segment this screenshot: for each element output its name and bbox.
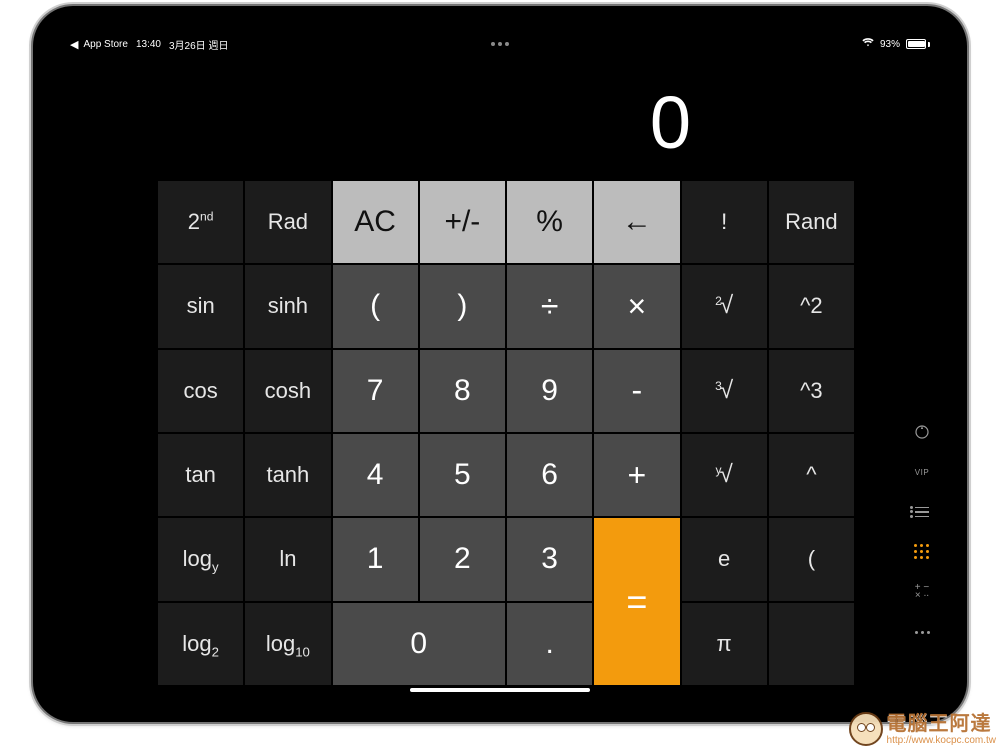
key-sinh[interactable]: sinh <box>245 265 330 347</box>
scientific-mode-icon[interactable] <box>911 541 933 563</box>
key-minus[interactable]: - <box>594 350 679 432</box>
keypad: 2nd Rad AC +/- % ← ! Rand sin sinh ( ) ÷… <box>158 181 854 685</box>
key-rparen[interactable]: ) <box>420 265 505 347</box>
battery-icon <box>906 39 930 49</box>
multitask-dots-icon[interactable] <box>491 42 509 46</box>
key-0[interactable]: 0 <box>333 603 506 685</box>
key-multiply[interactable]: × <box>594 265 679 347</box>
key-e[interactable]: e <box>682 518 767 600</box>
key-7[interactable]: 7 <box>333 350 418 432</box>
key-log2[interactable]: log2 <box>158 603 243 685</box>
key-tanh[interactable]: tanh <box>245 434 330 516</box>
key-pow3[interactable]: ^3 <box>769 350 854 432</box>
display-value: 0 <box>158 86 692 171</box>
theme-icon[interactable] <box>911 421 933 443</box>
key-backspace[interactable]: ← <box>594 181 679 263</box>
key-cos[interactable]: cos <box>158 350 243 432</box>
key-yroot[interactable]: y√ <box>682 434 767 516</box>
back-app-label[interactable]: App Store <box>83 39 127 50</box>
key-tan[interactable]: tan <box>158 434 243 516</box>
status-date: 3月26日 週日 <box>169 37 228 52</box>
status-bar: ◀ App Store 13:40 3月26日 週日 93% <box>58 35 942 53</box>
home-indicator[interactable] <box>410 688 590 692</box>
key-4[interactable]: 4 <box>333 434 418 516</box>
watermark-url: http://www.kocpc.com.tw <box>887 736 996 746</box>
key-sqrt[interactable]: 2√ <box>682 265 767 347</box>
key-sin[interactable]: sin <box>158 265 243 347</box>
key-plus-minus[interactable]: +/- <box>420 181 505 263</box>
key-2nd[interactable]: 2nd <box>158 181 243 263</box>
key-log10[interactable]: log10 <box>245 603 330 685</box>
ipad-frame: ◀ App Store 13:40 3月26日 週日 93% <box>33 6 967 722</box>
mode-sidebar: VIP + −× ∙∙ <box>908 421 936 643</box>
history-icon[interactable] <box>911 501 933 523</box>
key-equals[interactable]: = <box>594 518 679 685</box>
key-rad[interactable]: Rad <box>245 181 330 263</box>
key-9[interactable]: 9 <box>507 350 592 432</box>
key-cbrt[interactable]: 3√ <box>682 350 767 432</box>
key-lparen-alt[interactable]: ( <box>769 518 854 600</box>
battery-percent: 93% <box>880 39 900 50</box>
key-factorial[interactable]: ! <box>682 181 767 263</box>
back-caret-icon[interactable]: ◀ <box>70 38 78 51</box>
key-percent[interactable]: % <box>507 181 592 263</box>
key-8[interactable]: 8 <box>420 350 505 432</box>
key-blank <box>769 603 854 685</box>
key-powy[interactable]: ^ <box>769 434 854 516</box>
key-pi[interactable]: π <box>682 603 767 685</box>
key-dot[interactable]: . <box>507 603 592 685</box>
key-6[interactable]: 6 <box>507 434 592 516</box>
status-time: 13:40 <box>136 39 161 50</box>
key-rand[interactable]: Rand <box>769 181 854 263</box>
key-lparen[interactable]: ( <box>333 265 418 347</box>
key-plus[interactable]: + <box>594 434 679 516</box>
key-2[interactable]: 2 <box>420 518 505 600</box>
basic-mode-icon[interactable]: + −× ∙∙ <box>911 581 933 603</box>
key-ln[interactable]: ln <box>245 518 330 600</box>
more-icon[interactable] <box>911 621 933 643</box>
key-5[interactable]: 5 <box>420 434 505 516</box>
key-cosh[interactable]: cosh <box>245 350 330 432</box>
vip-button[interactable]: VIP <box>911 461 933 483</box>
screen: ◀ App Store 13:40 3月26日 週日 93% <box>58 31 942 697</box>
key-ac[interactable]: AC <box>333 181 418 263</box>
key-3[interactable]: 3 <box>507 518 592 600</box>
key-logy[interactable]: logy <box>158 518 243 600</box>
wifi-icon <box>862 38 874 50</box>
key-1[interactable]: 1 <box>333 518 418 600</box>
key-pow2[interactable]: ^2 <box>769 265 854 347</box>
key-divide[interactable]: ÷ <box>507 265 592 347</box>
